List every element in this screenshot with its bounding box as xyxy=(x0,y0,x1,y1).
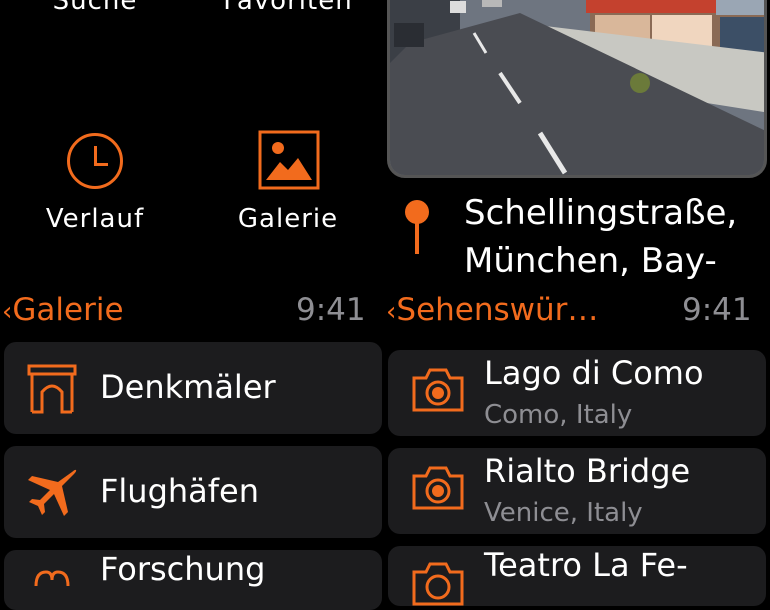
monument-icon xyxy=(27,364,77,414)
street-image xyxy=(390,0,764,175)
back-chevron-icon: ‹ xyxy=(2,297,13,327)
status-time: 9:41 xyxy=(682,292,752,328)
back-button[interactable]: ‹Galerie xyxy=(2,292,124,328)
grid-item-favorites-label[interactable]: Favoriten xyxy=(218,0,358,16)
list-item-lago-di-como[interactable]: Lago di Como Como, Italy xyxy=(388,350,766,436)
list-item-label: Forschung xyxy=(100,550,266,588)
grid-item-history-label[interactable]: Verlauf xyxy=(25,204,165,234)
location-address-line2: München, Bay- xyxy=(464,241,717,281)
list-item-subtitle: Como, Italy xyxy=(484,400,633,430)
list-item-label: Flughäfen xyxy=(100,472,260,510)
list-item-flughaefen[interactable]: Flughäfen xyxy=(4,446,382,538)
camera-icon xyxy=(412,368,464,412)
map-street-view[interactable] xyxy=(387,0,767,178)
gallery-icon[interactable] xyxy=(258,130,320,190)
status-time: 9:41 xyxy=(296,292,366,328)
clock-icon[interactable] xyxy=(67,133,123,189)
camera-icon xyxy=(412,562,464,606)
location-address-line1: Schellingstraße, xyxy=(464,193,738,233)
location-pin-icon xyxy=(405,200,429,254)
list-item-denkmaeler[interactable]: Denkmäler xyxy=(4,342,382,434)
camera-icon xyxy=(412,466,464,510)
airplane-icon xyxy=(28,469,77,516)
list-item-label: Denkmäler xyxy=(100,368,276,406)
list-item-title: Rialto Bridge xyxy=(484,452,691,490)
research-icon xyxy=(34,570,70,587)
list-item-forschung[interactable]: Forschung xyxy=(4,550,382,610)
list-item-title: Lago di Como xyxy=(484,354,704,392)
back-button[interactable]: ‹Sehenswür… xyxy=(386,292,598,328)
list-item-title: Teatro La Fe- xyxy=(484,546,688,584)
list-item-subtitle: Venice, Italy xyxy=(484,498,643,528)
back-label: Galerie xyxy=(12,292,124,328)
grid-item-search-label[interactable]: Suche xyxy=(25,0,165,16)
list-item-teatro-la-fenice[interactable]: Teatro La Fe- xyxy=(388,546,766,606)
back-chevron-icon: ‹ xyxy=(386,297,397,327)
list-item-rialto-bridge[interactable]: Rialto Bridge Venice, Italy xyxy=(388,448,766,534)
back-label: Sehenswür… xyxy=(396,292,599,328)
grid-item-gallery-label[interactable]: Galerie xyxy=(218,204,358,234)
